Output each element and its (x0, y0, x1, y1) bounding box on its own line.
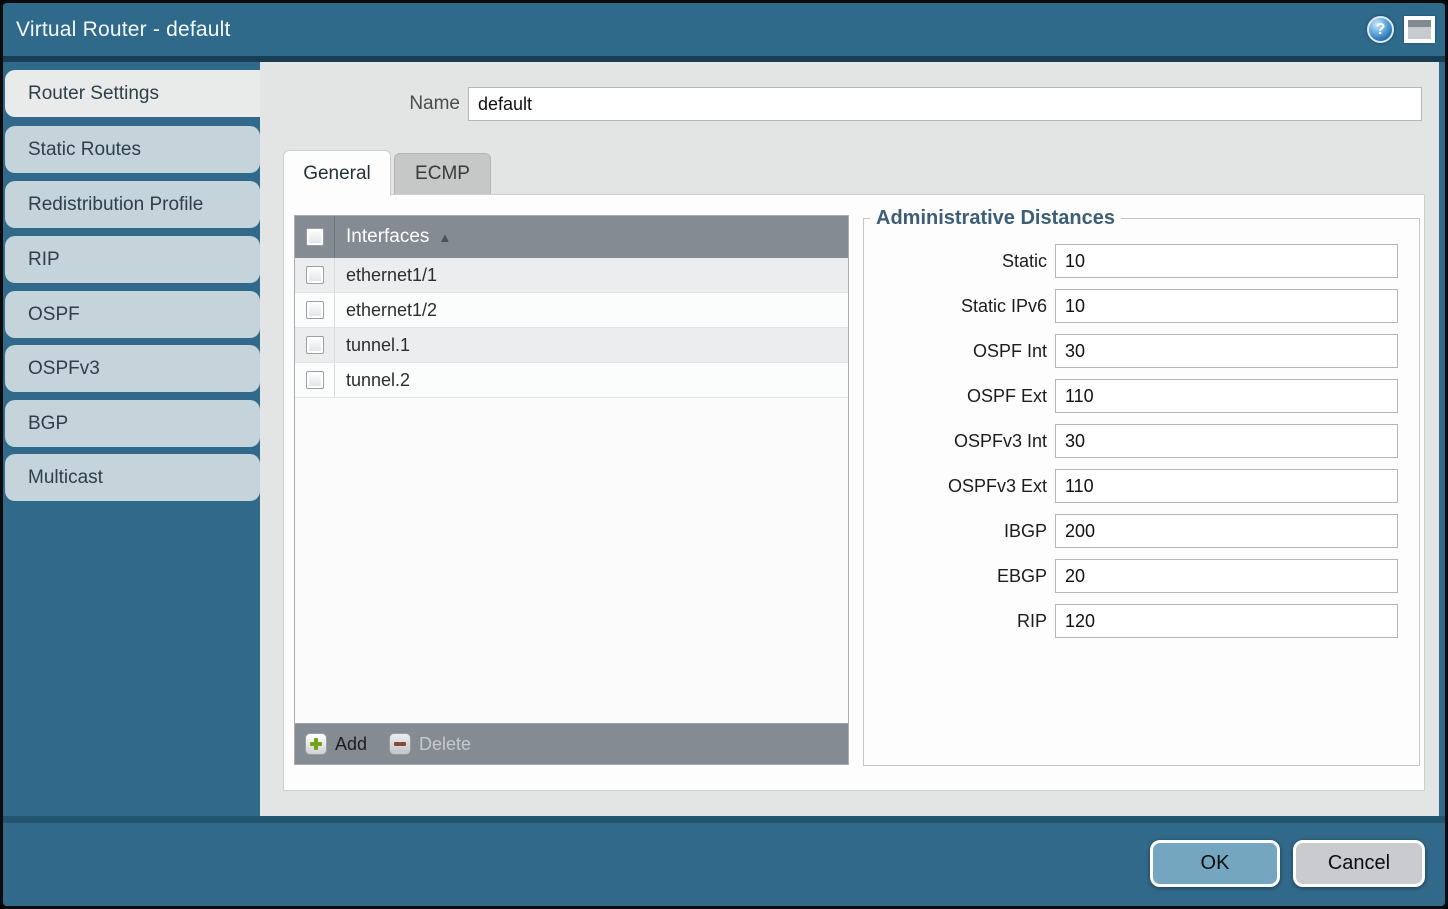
form-row: Static (864, 244, 1419, 278)
help-icon[interactable]: ? (1367, 16, 1394, 43)
delete-button[interactable]: Delete (389, 733, 471, 755)
select-all-cell (295, 216, 335, 258)
ospf-ext-input[interactable] (1055, 379, 1398, 413)
sidebar-item-label: BGP (28, 413, 68, 435)
row-check-cell (295, 328, 335, 362)
ibgp-label: IBGP (864, 521, 1047, 542)
name-row: Name (260, 87, 1422, 121)
form-row: IBGP (864, 514, 1419, 548)
sidebar-item-label: Static Routes (28, 139, 141, 161)
table-row[interactable]: tunnel.1 (295, 328, 848, 363)
administrative-distances-legend: Administrative Distances (870, 207, 1121, 230)
form-row: OSPFv3 Ext (864, 469, 1419, 503)
general-tab-panel: Interfaces ▲ ethernet1/1 ethernet1/2 tun… (283, 194, 1425, 791)
ibgp-input[interactable] (1055, 514, 1398, 548)
cancel-button[interactable]: Cancel (1293, 840, 1425, 887)
static-input[interactable] (1055, 244, 1398, 278)
name-input[interactable] (468, 87, 1422, 121)
dialog-titlebar: Virtual Router - default (3, 3, 1445, 62)
row-checkbox[interactable] (306, 336, 324, 354)
maximize-window-icon-inner (1408, 20, 1431, 39)
sidebar-item-label: Multicast (28, 467, 103, 489)
row-check-cell (295, 293, 335, 327)
sidebar-item-ospfv3[interactable]: OSPFv3 (5, 345, 260, 392)
dialog-action-bar: OK Cancel (3, 816, 1445, 906)
ospfv3-int-input[interactable] (1055, 424, 1398, 458)
select-all-checkbox[interactable] (306, 228, 324, 246)
ospf-int-input[interactable] (1055, 334, 1398, 368)
sidebar-item-multicast[interactable]: Multicast (5, 454, 260, 501)
static-ipv6-label: Static IPv6 (864, 296, 1047, 317)
row-check-cell (295, 258, 335, 292)
ok-button[interactable]: OK (1150, 840, 1280, 887)
name-label: Name (409, 87, 460, 121)
tab-ecmp[interactable]: ECMP (394, 153, 491, 194)
table-row[interactable]: tunnel.2 (295, 363, 848, 398)
form-row: EBGP (864, 559, 1419, 593)
row-checkbox[interactable] (306, 266, 324, 284)
ospf-int-label: OSPF Int (864, 341, 1047, 362)
sidebar-item-label: OSPFv3 (28, 358, 100, 380)
rip-label: RIP (864, 611, 1047, 632)
table-row[interactable]: ethernet1/1 (295, 258, 848, 293)
sort-ascending-icon: ▲ (438, 231, 451, 244)
virtual-router-dialog: Virtual Router - default ? Router Settin… (0, 0, 1448, 909)
sidebar-item-bgp[interactable]: BGP (5, 400, 260, 447)
form-row: OSPFv3 Int (864, 424, 1419, 458)
ospfv3-ext-label: OSPFv3 Ext (864, 476, 1047, 497)
form-row: OSPF Ext (864, 379, 1419, 413)
rip-input[interactable] (1055, 604, 1398, 638)
ospfv3-ext-input[interactable] (1055, 469, 1398, 503)
add-button[interactable]: Add (305, 733, 367, 755)
ebgp-input[interactable] (1055, 559, 1398, 593)
table-empty-area (295, 398, 848, 723)
row-checkbox[interactable] (306, 371, 324, 389)
sidebar-item-label: Router Settings (28, 83, 159, 105)
delete-button-label: Delete (419, 734, 471, 755)
content-panel: Name General ECMP Interfaces ▲ (260, 62, 1439, 816)
sidebar-item-static-routes[interactable]: Static Routes (5, 126, 260, 173)
ospfv3-int-label: OSPFv3 Int (864, 431, 1047, 452)
titlebar-icons: ? (1367, 3, 1435, 56)
form-row: OSPF Int (864, 334, 1419, 368)
sidebar-item-ospf[interactable]: OSPF (5, 291, 260, 338)
sidebar-item-label: RIP (28, 249, 60, 271)
maximize-window-icon[interactable] (1404, 16, 1435, 43)
ebgp-label: EBGP (864, 566, 1047, 587)
dialog-title: Virtual Router - default (3, 18, 231, 42)
interfaces-table: Interfaces ▲ ethernet1/1 ethernet1/2 tun… (294, 215, 849, 765)
sidebar-item-rip[interactable]: RIP (5, 236, 260, 283)
static-ipv6-input[interactable] (1055, 289, 1398, 323)
administrative-distances-fieldset: Administrative Distances Static Static I… (863, 207, 1420, 766)
interfaces-column-header[interactable]: Interfaces ▲ (335, 226, 451, 248)
table-footer: Add Delete (295, 723, 848, 764)
row-check-cell (295, 363, 335, 397)
row-checkbox[interactable] (306, 301, 324, 319)
delete-icon (389, 733, 411, 755)
interfaces-table-header: Interfaces ▲ (295, 216, 848, 258)
static-label: Static (864, 251, 1047, 272)
interface-name: tunnel.2 (335, 370, 410, 391)
form-row: Static IPv6 (864, 289, 1419, 323)
interfaces-column-label: Interfaces (346, 226, 429, 248)
sidebar-item-router-settings[interactable]: Router Settings (5, 70, 267, 117)
sidebar-item-redistribution-profile[interactable]: Redistribution Profile (5, 181, 260, 228)
interface-name: ethernet1/2 (335, 300, 437, 321)
table-row[interactable]: ethernet1/2 (295, 293, 848, 328)
interface-name: ethernet1/1 (335, 265, 437, 286)
sidebar-item-label: Redistribution Profile (28, 194, 203, 216)
sidebar-item-label: OSPF (28, 304, 80, 326)
ospf-ext-label: OSPF Ext (864, 386, 1047, 407)
interface-name: tunnel.1 (335, 335, 410, 356)
add-button-label: Add (335, 734, 367, 755)
add-icon (305, 733, 327, 755)
form-row: RIP (864, 604, 1419, 638)
tab-general[interactable]: General (283, 150, 391, 196)
